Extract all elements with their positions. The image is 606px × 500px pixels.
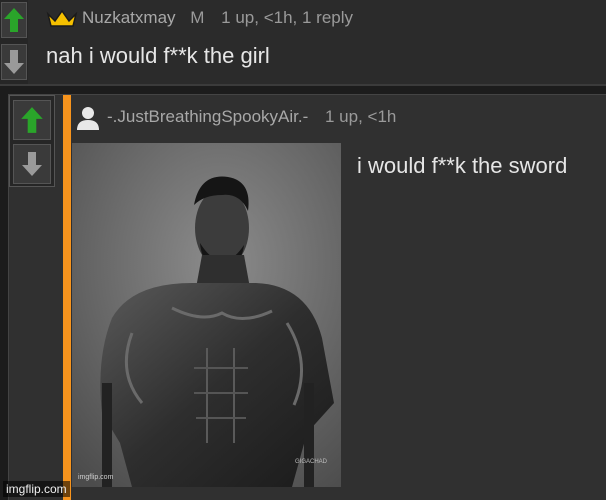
parent-meta-line: Nuzkatxmay M 1 up, <1h, 1 reply: [82, 8, 353, 28]
upvote-arrow-icon: [21, 107, 43, 133]
reply-downvote-button[interactable]: [13, 144, 51, 184]
parent-comment: Nuzkatxmay M 1 up, <1h, 1 reply nah i wo…: [0, 0, 606, 86]
crown-icon: [46, 9, 78, 27]
avatar-icon: [77, 107, 99, 130]
reply-upvote-button[interactable]: [13, 100, 51, 140]
reply-comment: -.JustBreathingSpookyAir.- 1 up, <1h img…: [8, 94, 606, 500]
parent-comment-text: nah i would f**k the girl: [46, 43, 270, 68]
gigachad-photo: [72, 143, 341, 487]
parent-upvote-button[interactable]: [1, 2, 27, 38]
reply-meta: 1 up, <1h: [325, 107, 397, 126]
parent-downvote-button[interactable]: [1, 44, 27, 80]
reply-vote-column: [9, 95, 55, 187]
parent-meta: 1 up, <1h, 1 reply: [221, 8, 354, 27]
reply-meta-line: -.JustBreathingSpookyAir.- 1 up, <1h: [107, 107, 396, 127]
parent-badge: M: [190, 8, 205, 27]
image-caption: imgflip.com: [78, 474, 114, 481]
downvote-arrow-icon: [22, 152, 42, 176]
thread-line: [63, 95, 71, 500]
reply-author-link[interactable]: -.JustBreathingSpookyAir.-: [107, 107, 308, 126]
parent-author-link[interactable]: Nuzkatxmay: [82, 8, 176, 27]
reply-comment-text: i would f**k the sword: [357, 153, 568, 178]
image-tag: GIGACHAD: [294, 459, 327, 465]
upvote-arrow-icon: [4, 8, 24, 32]
imgflip-watermark: imgflip.com: [3, 481, 70, 497]
parent-vote-column: [0, 0, 28, 84]
reply-image[interactable]: imgflip.com GIGACHAD: [72, 143, 341, 487]
downvote-arrow-icon: [4, 50, 24, 74]
